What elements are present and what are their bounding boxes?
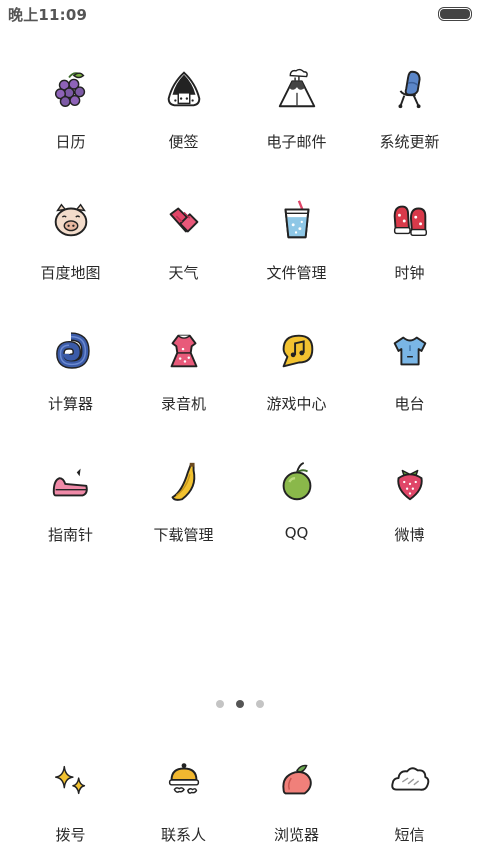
app-label: 计算器	[47, 395, 93, 413]
app-label: 便签	[168, 133, 199, 151]
app-label: 录音机	[160, 395, 206, 413]
app-baidu-map[interactable]: 百度地图	[14, 181, 127, 312]
app-recorder[interactable]: 录音机	[127, 312, 240, 443]
app-label: 指南针	[47, 526, 93, 544]
onigiri-icon	[167, 71, 200, 107]
app-grid: 日历 便签 电子邮件 系统更新 百度地图 天气 文件管理 时钟 计算器 录音机 …	[14, 50, 466, 574]
strawberry-icon	[396, 469, 423, 501]
page-dot[interactable]	[236, 700, 244, 708]
chair-icon	[398, 70, 421, 109]
app-label: 时钟	[394, 264, 425, 282]
candy-icon	[169, 207, 198, 233]
app-label: 日历	[55, 133, 86, 151]
app-label: 浏览器	[273, 826, 319, 844]
status-bar: 晚上11:09	[0, 0, 480, 28]
app-label: 下载管理	[153, 526, 214, 544]
app-weather[interactable]: 天气	[127, 181, 240, 312]
app-label: 电子邮件	[266, 133, 327, 151]
app-email[interactable]: 电子邮件	[240, 50, 353, 181]
music-bubble-icon	[282, 334, 313, 368]
banana-icon	[171, 462, 195, 501]
app-label: 拨号	[55, 826, 86, 844]
app-label: 系统更新	[379, 133, 440, 151]
app-label: 电台	[394, 395, 425, 413]
battery-icon	[438, 7, 472, 21]
tshirt-icon	[393, 336, 426, 366]
mittens-icon	[393, 205, 427, 237]
dress-icon	[170, 334, 197, 368]
app-browser[interactable]: 浏览器	[240, 741, 353, 845]
apple-icon	[282, 461, 311, 501]
app-label: 天气	[168, 264, 199, 282]
app-radio[interactable]: 电台	[353, 312, 466, 443]
drink-cup-icon	[284, 200, 309, 239]
app-label: 微博	[394, 526, 425, 544]
app-label: QQ	[284, 524, 309, 542]
app-clock[interactable]: 时钟	[353, 181, 466, 312]
sparkle-icon	[54, 765, 85, 795]
bell-icon	[168, 763, 199, 794]
page-dot[interactable]	[216, 700, 224, 708]
app-label: 联系人	[160, 826, 206, 844]
page-indicator[interactable]	[0, 700, 480, 708]
app-game-center[interactable]: 游戏中心	[240, 312, 353, 443]
app-weibo[interactable]: 微博	[353, 443, 466, 574]
dock: 拨号 联系人 浏览器 短信	[14, 741, 466, 845]
battery-fill	[440, 9, 470, 19]
app-file-manager[interactable]: 文件管理	[240, 181, 353, 312]
volcano-icon	[278, 68, 315, 108]
app-label: 文件管理	[266, 264, 327, 282]
app-label: 短信	[394, 826, 425, 844]
app-label: 游戏中心	[266, 395, 327, 413]
slipper-icon	[52, 468, 88, 497]
peach-icon	[281, 764, 312, 795]
app-notes[interactable]: 便签	[127, 50, 240, 181]
grapes-icon	[54, 72, 85, 107]
cloud-icon	[390, 767, 429, 791]
app-dialer[interactable]: 拨号	[14, 741, 127, 845]
app-download-manager[interactable]: 下载管理	[127, 443, 240, 574]
app-qq[interactable]: QQ	[240, 443, 353, 574]
app-calendar[interactable]: 日历	[14, 50, 127, 181]
app-contacts[interactable]: 联系人	[127, 741, 240, 845]
app-sms[interactable]: 短信	[353, 741, 466, 845]
shell-icon	[55, 332, 90, 369]
pig-icon	[54, 203, 87, 237]
app-calculator[interactable]: 计算器	[14, 312, 127, 443]
status-time: 晚上11:09	[8, 6, 88, 24]
page-dot[interactable]	[256, 700, 264, 708]
app-label: 百度地图	[40, 264, 101, 282]
app-compass[interactable]: 指南针	[14, 443, 127, 574]
app-system-update[interactable]: 系统更新	[353, 50, 466, 181]
